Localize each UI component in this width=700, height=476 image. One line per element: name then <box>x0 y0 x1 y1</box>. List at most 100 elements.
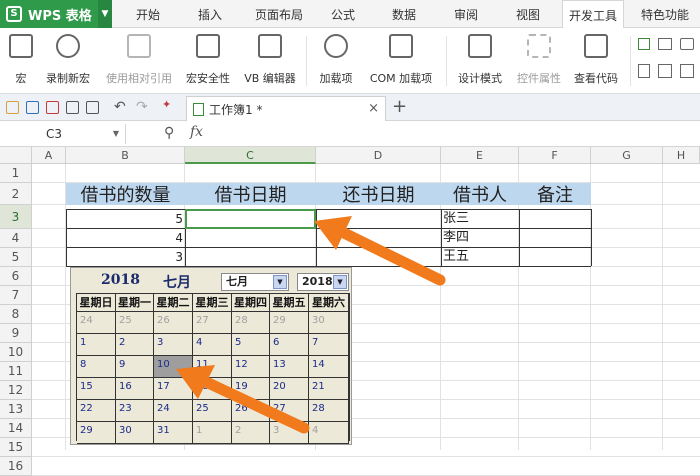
borrower-cell[interactable]: 张三 <box>443 210 517 228</box>
spin-control-icon[interactable] <box>638 64 650 78</box>
relative-reference-button[interactable]: 使用相对引用 <box>102 32 176 86</box>
row-header-3[interactable]: 3 <box>0 205 32 229</box>
tab-review[interactable]: 审阅 <box>444 0 488 28</box>
calendar-day[interactable]: 2 <box>232 422 270 444</box>
tab-data[interactable]: 数据 <box>382 0 426 28</box>
print-preview-icon[interactable] <box>86 101 99 114</box>
row-header-15[interactable]: 15 <box>0 438 32 457</box>
row-header-16[interactable]: 16 <box>0 457 32 476</box>
calendar-day[interactable]: 5 <box>232 334 270 356</box>
calendar-day[interactable]: 4 <box>193 334 232 356</box>
calendar-day[interactable]: 31 <box>154 422 193 444</box>
scrollbar-control-icon[interactable] <box>680 64 694 78</box>
select-all-corner[interactable] <box>0 147 32 164</box>
row-header-14[interactable]: 14 <box>0 419 32 438</box>
calendar-day[interactable]: 28 <box>309 400 349 422</box>
design-mode-button[interactable]: 设计模式 <box>452 32 508 86</box>
record-macro-button[interactable]: 录制新宏 <box>42 32 94 86</box>
tab-page-layout[interactable]: 页面布局 <box>246 0 312 28</box>
macro-button[interactable]: 宏 <box>6 32 36 86</box>
calendar-day[interactable]: 2 <box>116 334 154 356</box>
calendar-day[interactable]: 3 <box>154 334 193 356</box>
calendar-day[interactable]: 23 <box>116 400 154 422</box>
calendar-day[interactable]: 25 <box>193 400 232 422</box>
button-control-icon[interactable] <box>680 38 694 50</box>
date-picker-calendar[interactable]: 2018 七月 七月 ▼ 2018 ▼ 星期日 星期一 星期二 星期三 星期四 星期五 星期… <box>70 267 352 445</box>
calendar-day[interactable]: 1 <box>77 334 116 356</box>
column-header-c[interactable]: C <box>185 147 316 164</box>
row-header-12[interactable]: 12 <box>0 381 32 400</box>
calendar-day[interactable]: 25 <box>116 312 154 334</box>
listbox-control-icon[interactable] <box>658 64 672 78</box>
export-pdf-icon[interactable] <box>46 101 59 114</box>
calendar-day-selected[interactable]: 10 <box>154 356 193 378</box>
save-icon[interactable] <box>26 101 39 114</box>
vb-editor-button[interactable]: VB 编辑器 <box>240 32 300 86</box>
tab-developer-tools[interactable]: 开发工具 <box>562 0 624 29</box>
calendar-day[interactable]: 29 <box>270 312 309 334</box>
chevron-down-icon[interactable]: ▼ <box>333 275 347 289</box>
calendar-day[interactable]: 27 <box>270 400 309 422</box>
redo-icon[interactable]: ↷ <box>136 99 148 115</box>
tab-home[interactable]: 开始 <box>124 0 172 28</box>
column-header-b[interactable]: B <box>66 147 185 164</box>
calendar-day[interactable]: 28 <box>232 312 270 334</box>
view-code-button[interactable]: 查看代码 <box>568 32 624 86</box>
calendar-day[interactable]: 30 <box>309 312 349 334</box>
calendar-day[interactable]: 4 <box>309 422 349 444</box>
chevron-down-icon[interactable]: ▼ <box>98 0 112 28</box>
com-addins-button[interactable]: COM 加载项 <box>362 32 440 86</box>
calendar-day[interactable]: 17 <box>154 378 193 400</box>
tab-special-features[interactable]: 特色功能 <box>634 0 696 28</box>
tab-insert[interactable]: 插入 <box>186 0 234 28</box>
borrower-cell[interactable]: 王五 <box>443 248 517 266</box>
tab-formulas[interactable]: 公式 <box>322 0 364 28</box>
column-header-h[interactable]: H <box>663 147 700 164</box>
quantity-cell[interactable]: 3 <box>66 248 183 266</box>
calendar-day[interactable]: 24 <box>77 312 116 334</box>
document-tab[interactable]: 工作簿1 * × <box>186 96 386 121</box>
textbox-control-icon[interactable] <box>658 38 672 50</box>
calendar-day[interactable]: 18 <box>193 378 232 400</box>
calendar-day[interactable]: 3 <box>270 422 309 444</box>
row-header-13[interactable]: 13 <box>0 400 32 419</box>
calendar-day[interactable]: 9 <box>116 356 154 378</box>
close-icon[interactable]: × <box>368 101 379 116</box>
calendar-day[interactable]: 29 <box>77 422 116 444</box>
tab-view[interactable]: 视图 <box>506 0 550 28</box>
row-header-11[interactable]: 11 <box>0 362 32 381</box>
calendar-day[interactable]: 7 <box>309 334 349 356</box>
checkbox-control-icon[interactable] <box>638 38 650 50</box>
header-cell-remarks[interactable]: 备注 <box>519 183 591 206</box>
print-icon[interactable] <box>66 101 79 114</box>
calendar-day[interactable]: 30 <box>116 422 154 444</box>
month-select[interactable]: 七月 ▼ <box>221 273 289 291</box>
row-header-2[interactable]: 2 <box>0 183 32 205</box>
row-header-4[interactable]: 4 <box>0 229 32 248</box>
calendar-day[interactable]: 13 <box>270 356 309 378</box>
undo-icon[interactable]: ↶ <box>114 99 126 115</box>
calendar-day[interactable]: 21 <box>309 378 349 400</box>
calendar-day[interactable]: 24 <box>154 400 193 422</box>
quantity-cell[interactable]: 5 <box>66 210 183 228</box>
column-header-f[interactable]: F <box>519 147 591 164</box>
header-cell-borrower[interactable]: 借书人 <box>441 183 519 206</box>
chevron-down-icon[interactable]: ▼ <box>273 275 287 289</box>
insert-function-button[interactable]: fx <box>190 124 203 140</box>
row-header-9[interactable]: 9 <box>0 324 32 343</box>
calendar-day[interactable]: 26 <box>232 400 270 422</box>
pin-icon[interactable]: ✦ <box>162 98 171 111</box>
header-cell-return-date[interactable]: 还书日期 <box>316 183 441 206</box>
column-header-d[interactable]: D <box>316 147 441 164</box>
macro-security-button[interactable]: 宏安全性 <box>182 32 234 86</box>
calendar-day[interactable]: 16 <box>116 378 154 400</box>
calendar-day[interactable]: 14 <box>309 356 349 378</box>
calendar-day[interactable]: 20 <box>270 378 309 400</box>
header-cell-borrow-date[interactable]: 借书日期 <box>185 183 316 206</box>
calendar-day[interactable]: 15 <box>77 378 116 400</box>
calendar-day[interactable]: 19 <box>232 378 270 400</box>
header-cell-quantity[interactable]: 借书的数量 <box>66 183 185 206</box>
column-header-g[interactable]: G <box>591 147 663 164</box>
new-tab-button[interactable]: + <box>392 96 407 117</box>
row-header-5[interactable]: 5 <box>0 248 32 267</box>
